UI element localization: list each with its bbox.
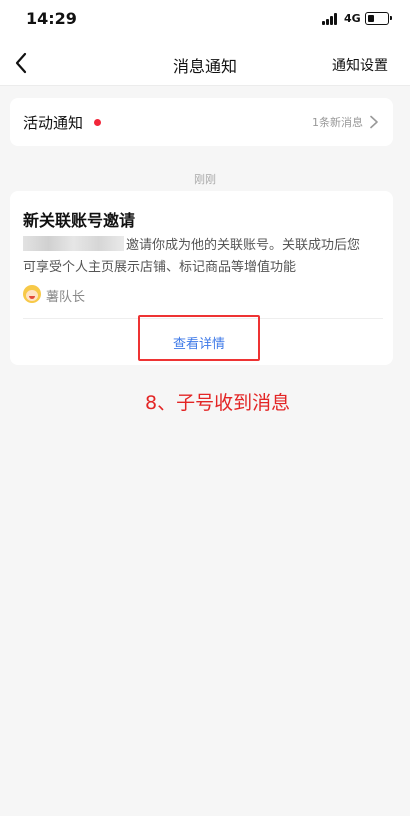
sender-name: 薯队长 <box>46 290 86 305</box>
navigation-bar: 消息通知 通知设置 <box>0 40 410 86</box>
chevron-right-icon <box>370 115 378 129</box>
view-details-label: 查看详情 <box>172 337 225 352</box>
unread-dot <box>94 119 101 126</box>
activity-title: 活动通知 <box>23 114 84 132</box>
back-button[interactable] <box>10 50 34 76</box>
signal-icon <box>322 13 340 25</box>
avatar <box>23 285 41 303</box>
battery-icon <box>365 12 392 25</box>
message-body: 邀请你成为他的关联账号。关联成功后您 可享受个人主页展示店铺、标记商品等增值功能 <box>23 235 385 279</box>
message-body-line2: 可享受个人主页展示店铺、标记商品等增值功能 <box>23 260 297 275</box>
network-type: 4G <box>344 12 361 25</box>
status-time: 14:29 <box>26 9 77 28</box>
message-body-line1: 邀请你成为他的关联账号。关联成功后您 <box>126 238 361 253</box>
activity-notification-row[interactable]: 活动通知 1条新消息 <box>10 98 393 146</box>
message-title: 新关联账号邀请 <box>23 211 136 230</box>
notification-settings-button[interactable]: 通知设置 <box>332 55 388 75</box>
annotation-caption: 8、子号收到消息 <box>145 392 291 414</box>
message-card: 新关联账号邀请 邀请你成为他的关联账号。关联成功后您 可享受个人主页展示店铺、标… <box>10 191 393 365</box>
new-message-count: 1条新消息 <box>312 116 363 129</box>
status-bar: 14:29 4G <box>0 0 410 40</box>
chevron-left-icon <box>15 52 27 74</box>
view-details-button[interactable]: 查看详情 <box>138 315 260 361</box>
message-timestamp: 刚刚 <box>194 173 216 186</box>
